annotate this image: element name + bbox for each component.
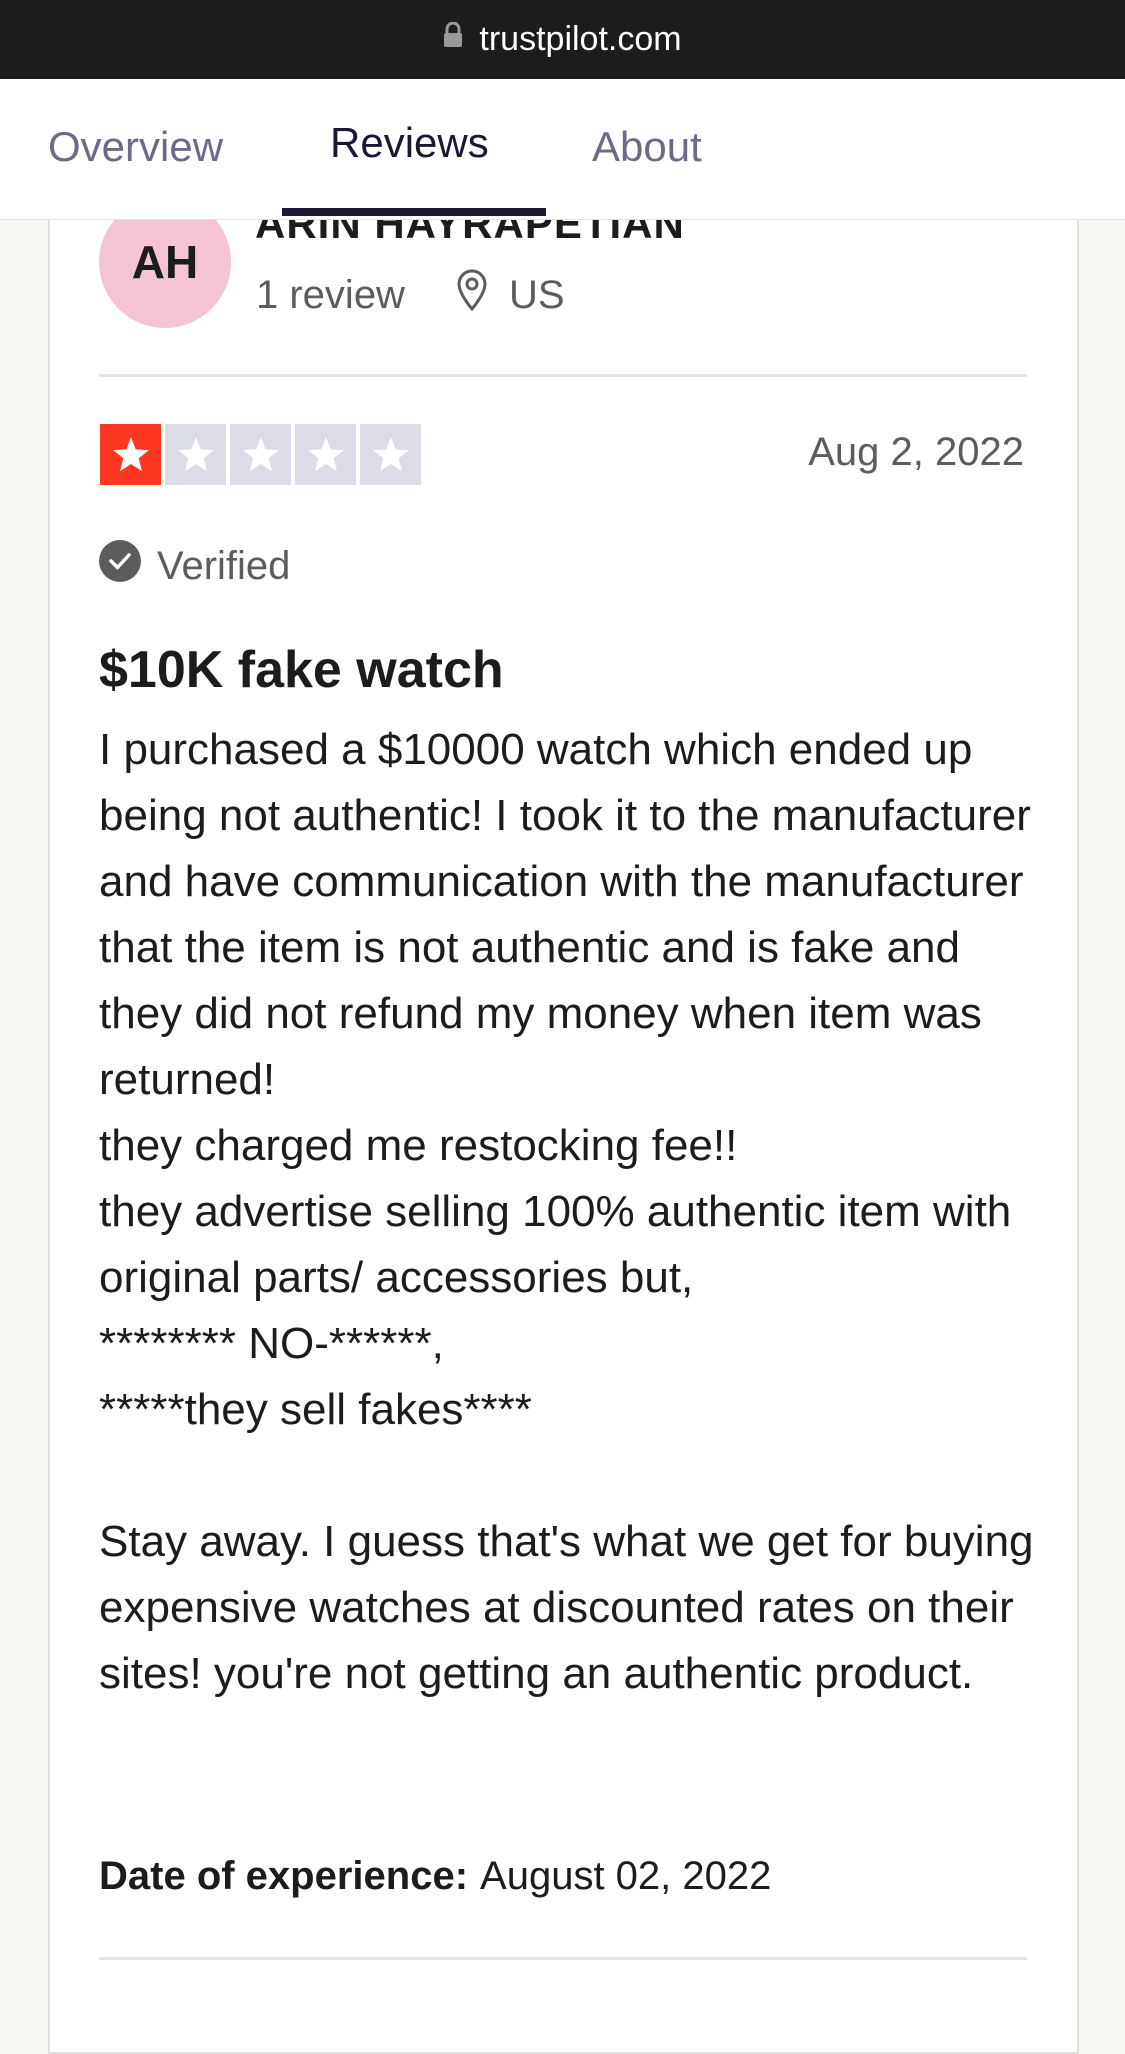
reviewer-country: US	[508, 272, 565, 317]
star-icon	[165, 424, 226, 485]
divider	[99, 1957, 1027, 1960]
star-icon	[360, 424, 421, 485]
url-text: trustpilot.com	[479, 20, 682, 58]
experience-date: August 02, 2022	[480, 1854, 772, 1898]
active-tab-indicator	[282, 208, 546, 216]
review-title: $10K fake watch	[99, 641, 504, 699]
tab-overview[interactable]: Overview	[48, 123, 223, 171]
lock-icon	[443, 18, 463, 57]
location-pin-icon	[455, 268, 489, 322]
review-date: Aug 2, 2022	[808, 430, 1024, 474]
verified-label: Verified	[157, 543, 291, 588]
experience-label: Date of experience:	[99, 1854, 469, 1898]
star-icon	[295, 424, 356, 485]
tab-about[interactable]: About	[592, 123, 702, 171]
star-icon	[230, 424, 291, 485]
star-rating	[100, 424, 425, 485]
review-count: 1 review	[256, 272, 405, 317]
tab-bar: Overview Reviews About	[0, 79, 1125, 220]
tab-reviews[interactable]: Reviews	[330, 119, 489, 167]
reviewer-meta: 1 review US	[256, 268, 565, 322]
check-circle-icon	[99, 540, 141, 592]
review-body: I purchased a $10000 watch which ended u…	[99, 725, 1034, 1698]
browser-url-bar[interactable]: trustpilot.com	[0, 0, 1125, 79]
star-icon	[100, 424, 161, 485]
date-of-experience: Date of experience: August 02, 2022	[99, 1854, 771, 1899]
divider	[99, 374, 1027, 377]
verified-badge[interactable]: Verified	[99, 540, 290, 592]
